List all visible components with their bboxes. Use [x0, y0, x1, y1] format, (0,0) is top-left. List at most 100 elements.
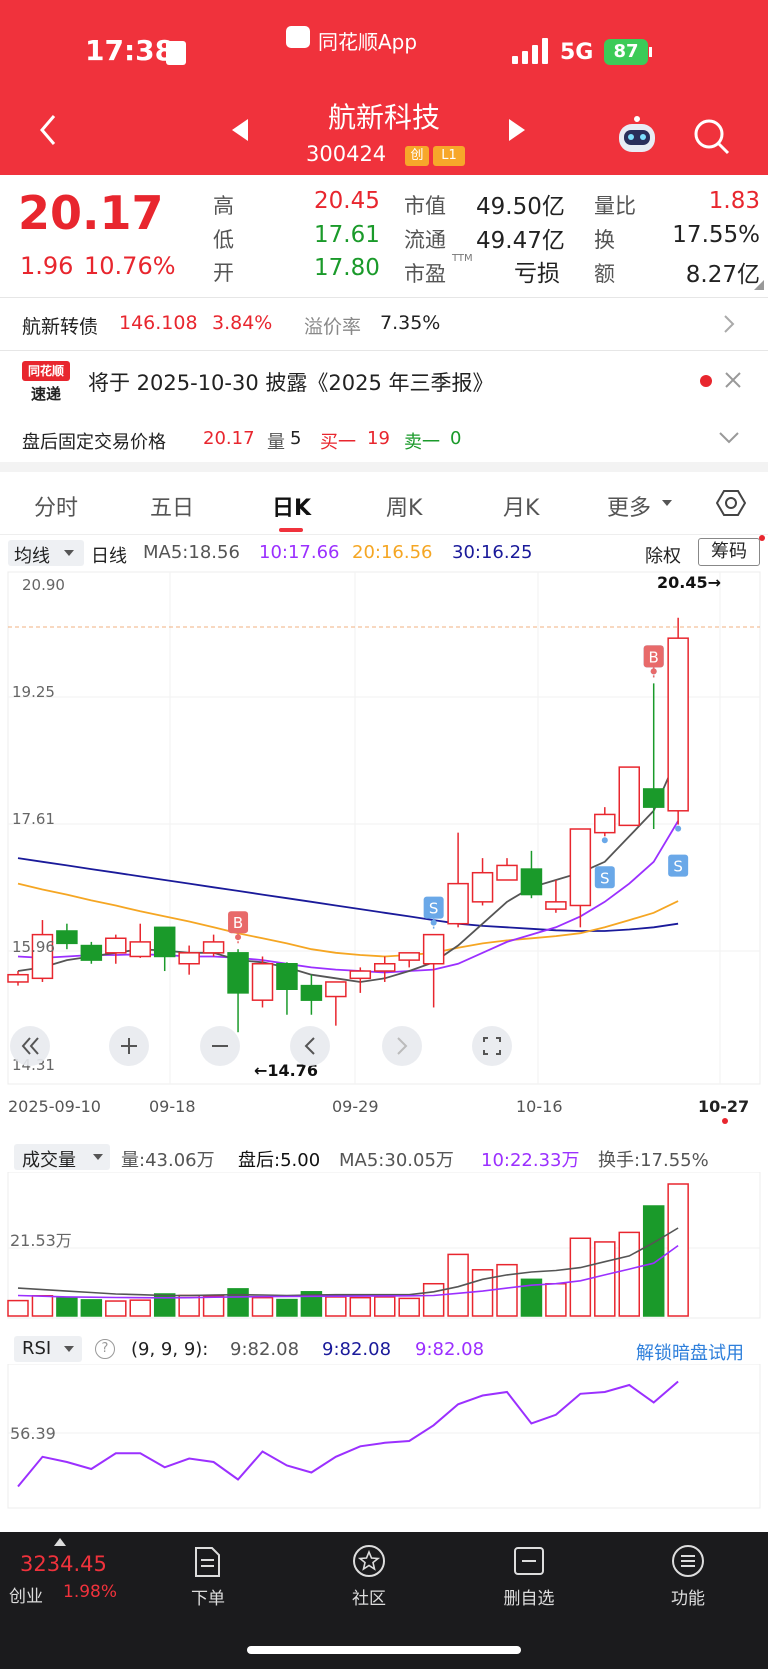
signal-S-marker: S: [594, 837, 615, 889]
tab-weekly-k[interactable]: 周K: [386, 490, 422, 522]
candle-body: [471, 871, 494, 903]
open-label: 开: [213, 261, 234, 285]
pe-label: 市盈: [404, 262, 446, 286]
scroll-right-button[interactable]: [382, 1026, 422, 1066]
status-app-name: 同花顺App: [318, 30, 418, 54]
ex-rights-toggle[interactable]: 除权: [645, 542, 681, 568]
news-logo-bottom: 速递: [30, 385, 61, 403]
volume-bar: [325, 1296, 347, 1317]
chevron-down-icon[interactable]: [718, 430, 740, 449]
ma30-label: 30:16.25: [452, 542, 533, 563]
notice-row[interactable]: 同花顺 速递 将于 2025-10-30 披露《2025 年三季报》: [0, 351, 768, 411]
float-value: 49.47亿: [476, 228, 565, 254]
help-icon[interactable]: ?: [95, 1339, 115, 1359]
date-label-5: 10-27: [698, 1097, 749, 1116]
top-bar: 17:38 同花顺App 5G 87 航新科技 300424 创 L1: [0, 0, 768, 175]
pe-value: 亏损: [514, 261, 560, 287]
battery-level: 87: [613, 41, 639, 62]
y-label-3: 17.61: [12, 810, 55, 828]
nav-functions-label: 功能: [671, 1589, 705, 1609]
index-value[interactable]: 3234.45: [20, 1552, 107, 1576]
more-dropdown-icon: [662, 500, 672, 506]
zoom-in-button[interactable]: [109, 1026, 149, 1066]
index-pct: 1.98%: [63, 1582, 118, 1602]
mktcap-value: 49.50亿: [476, 194, 565, 220]
bond-pct: 3.84%: [212, 312, 273, 334]
high-value: 20.45: [314, 188, 380, 214]
open-value: 17.80: [314, 255, 380, 281]
prev-stock-icon[interactable]: [228, 117, 252, 143]
tab-intraday[interactable]: 分时: [34, 490, 78, 522]
rsi-value-3: 9:82.08: [415, 1339, 485, 1360]
volume-bar: [642, 1205, 665, 1317]
turnover-value: 17.55%: [672, 222, 760, 248]
dropdown-arrow-icon: [93, 1154, 103, 1160]
volume-bar: [594, 1241, 616, 1317]
nav-community[interactable]: 社区: [333, 1542, 405, 1612]
volume-bar: [545, 1282, 567, 1317]
nav-remove-watchlist[interactable]: 删自选: [493, 1542, 565, 1612]
candle-body: [545, 901, 567, 910]
volume-indicator-select[interactable]: 成交量: [14, 1144, 110, 1171]
candle-body: [80, 944, 103, 961]
rsi-chart: 56.39: [7, 1364, 761, 1509]
expand-corner-icon[interactable]: [754, 280, 764, 290]
low-value: 17.61: [314, 222, 380, 248]
indicator-select[interactable]: 均线: [8, 540, 84, 567]
menu-circle-icon: [671, 1544, 705, 1582]
dropdown-arrow-icon: [64, 550, 74, 556]
kline-chart[interactable]: BSSSSB 20.90 19.25 17.61 15.96 14.31 20.…: [0, 570, 768, 1130]
tab-five-day[interactable]: 五日: [150, 490, 194, 522]
tab-more[interactable]: 更多: [607, 490, 651, 522]
rsi-indicator-select[interactable]: RSI: [14, 1336, 82, 1362]
volume-bar: [349, 1296, 372, 1317]
robot-assistant-icon[interactable]: [615, 115, 659, 155]
date-label-3: 09-29: [332, 1097, 379, 1116]
fullscreen-button[interactable]: [472, 1026, 512, 1066]
pe-ttm-label: TTM: [452, 253, 473, 264]
candle-body: [129, 941, 151, 958]
candle-body: [227, 952, 249, 994]
volume-value: 量:43.06万: [121, 1150, 215, 1171]
unread-dot: [700, 375, 712, 387]
price-change: 1.96: [20, 252, 74, 280]
period-label: 日线: [91, 546, 127, 567]
close-icon[interactable]: [724, 371, 742, 393]
nav-order[interactable]: 下单: [172, 1542, 244, 1612]
tab-daily-k[interactable]: 日K: [272, 490, 311, 522]
volume-bar: [251, 1296, 274, 1317]
chart-settings-icon[interactable]: [715, 488, 747, 522]
scroll-left-fast-button[interactable]: [10, 1026, 50, 1066]
svg-text:S: S: [673, 858, 683, 876]
chip-distribution-button[interactable]: 筹码: [698, 538, 760, 566]
date-label-4: 10-16: [516, 1097, 563, 1116]
zoom-out-button[interactable]: [200, 1026, 240, 1066]
search-icon[interactable]: [692, 117, 732, 157]
candle-body: [202, 941, 225, 954]
tab-monthly-k[interactable]: 月K: [503, 490, 539, 522]
chip-distribution-label: 筹码: [711, 541, 747, 562]
signal-bars-icon: [512, 38, 550, 64]
volume-bar: [129, 1299, 151, 1317]
candle-body: [153, 926, 176, 958]
volume-bar: [31, 1295, 54, 1317]
volume-bar: [7, 1299, 29, 1317]
rsi-params: (9, 9, 9):: [131, 1339, 209, 1360]
next-stock-icon[interactable]: [505, 117, 529, 143]
volume-bar: [496, 1263, 518, 1317]
convertible-bond-row[interactable]: 航新转债 146.108 3.84% 溢价率 7.35%: [0, 298, 768, 350]
network-type: 5G: [560, 40, 594, 65]
ask1-label: 卖一: [404, 432, 440, 453]
last-price: 20.17: [18, 186, 164, 240]
mktcap-label: 市值: [404, 194, 446, 218]
float-label: 流通: [404, 228, 446, 252]
back-icon[interactable]: [34, 110, 66, 150]
scroll-left-button[interactable]: [290, 1026, 330, 1066]
volume-bar: [227, 1288, 249, 1317]
indicator-select-label: 均线: [14, 546, 50, 567]
after-hours-row[interactable]: 盘后固定交易价格 20.17 量 5 买一 19 卖一 0: [0, 412, 768, 453]
unlock-dark-pool-link[interactable]: 解锁暗盘试用: [636, 1339, 744, 1365]
news-logo-top: 同花顺: [22, 361, 70, 381]
bid1-label: 买一: [320, 432, 356, 453]
nav-functions[interactable]: 功能: [652, 1542, 724, 1612]
